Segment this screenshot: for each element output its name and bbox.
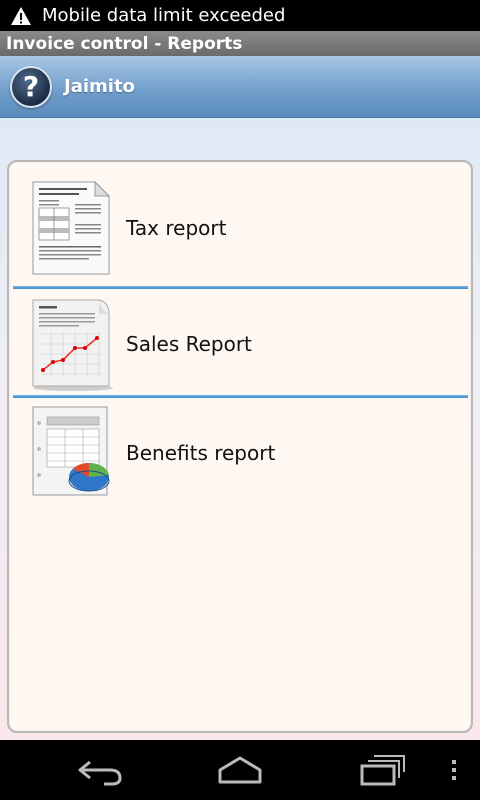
status-notification-text: Mobile data limit exceeded [42, 5, 286, 26]
report-label-sales: Sales Report [126, 332, 252, 356]
app-header: ? Jaimito [0, 56, 480, 118]
app-title-bar: Invoice control - Reports [0, 31, 480, 56]
menu-icon[interactable] [444, 752, 464, 788]
tax-document-icon [32, 180, 111, 275]
divider [13, 286, 468, 289]
report-item-tax[interactable]: Tax report [9, 174, 471, 282]
recents-icon[interactable] [358, 752, 406, 788]
warning-icon [11, 6, 31, 25]
report-label-tax: Tax report [126, 216, 227, 240]
divider [13, 395, 468, 398]
home-icon[interactable] [216, 752, 264, 788]
status-bar: Mobile data limit exceeded [0, 0, 480, 31]
navigation-bar [0, 740, 480, 800]
help-icon: ? [22, 70, 40, 103]
reports-panel: Tax report Sales Report Benefits report [7, 160, 473, 733]
help-button[interactable]: ? [10, 65, 52, 108]
report-item-benefits[interactable]: Benefits report [9, 399, 471, 507]
user-name: Jaimito [64, 76, 135, 97]
benefits-pie-icon [32, 406, 110, 496]
sales-chart-icon [32, 299, 113, 391]
back-icon[interactable] [76, 752, 124, 788]
report-item-sales[interactable]: Sales Report [9, 290, 471, 398]
app-title: Invoice control - Reports [6, 33, 243, 54]
report-label-benefits: Benefits report [126, 441, 276, 465]
